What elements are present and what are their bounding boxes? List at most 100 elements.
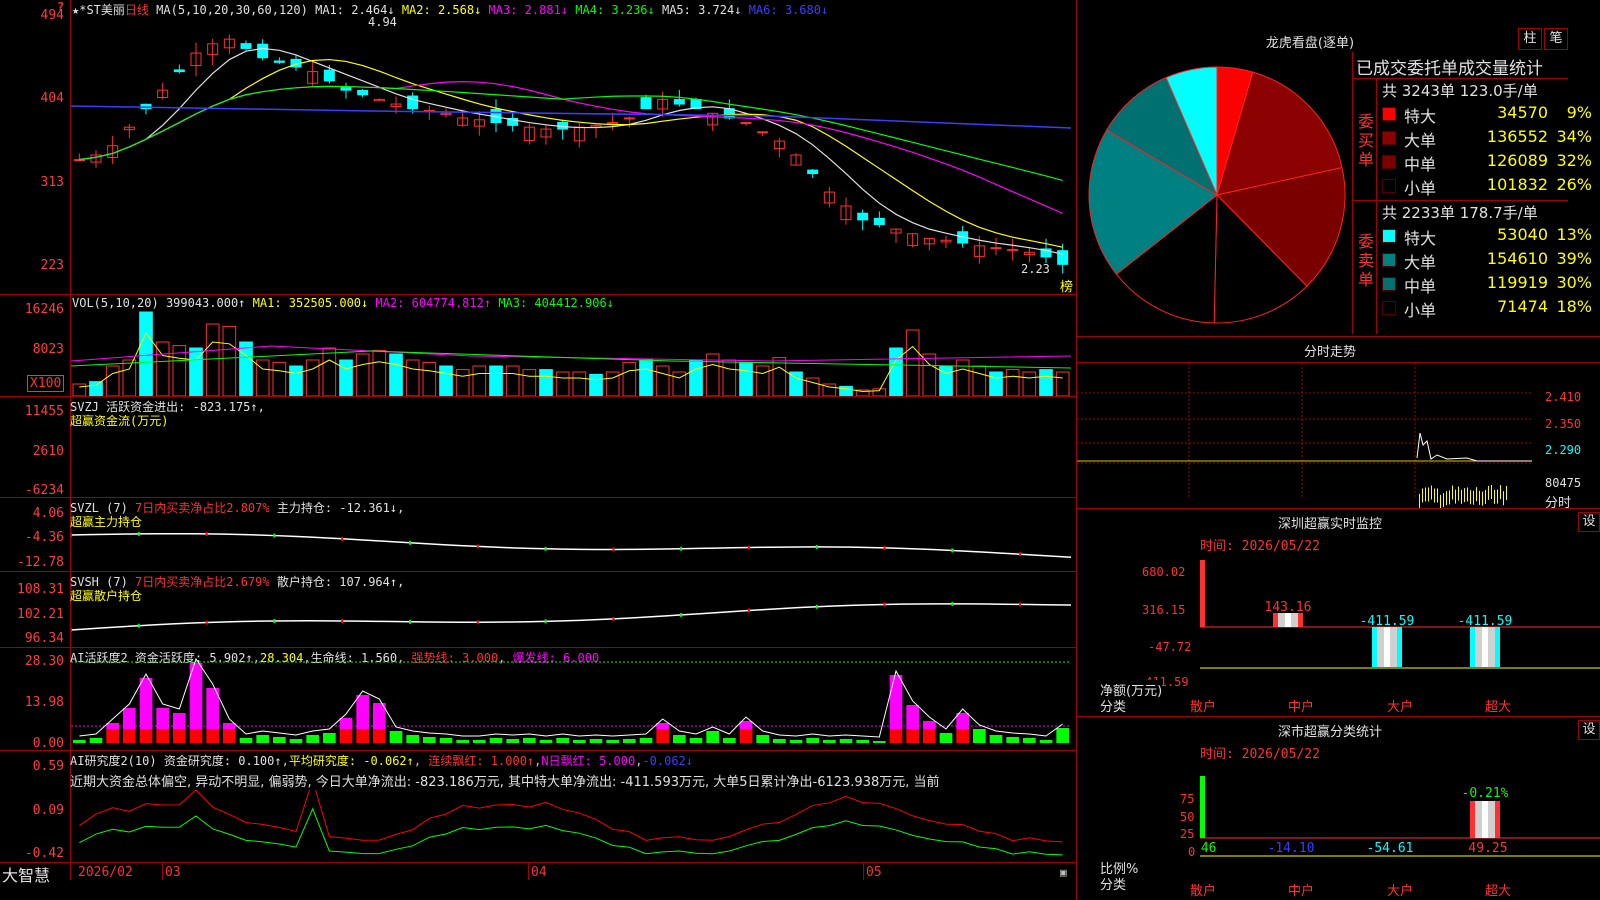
activity-bar (956, 713, 969, 729)
sell-type: 小单 (1404, 301, 1437, 320)
activity-bar (806, 738, 819, 743)
candle-body (173, 69, 185, 73)
bar-view-button[interactable]: 柱 (1518, 28, 1542, 50)
intraday-volume-bar (1464, 488, 1465, 503)
price-y-tick: 223 (40, 258, 64, 273)
intraday-chart[interactable] (1077, 363, 1537, 508)
sz-monitor-chart[interactable]: 680.02 143.16 -411.59 -411.59 (1200, 560, 1600, 695)
flow-bar (276, 463, 283, 478)
activity-bar (139, 729, 153, 743)
flow-bar (926, 457, 933, 463)
tick-mark (883, 602, 886, 607)
volume-bar (139, 311, 153, 396)
net-bar[interactable]: -411.59 (1458, 614, 1513, 667)
flow-bar (493, 463, 499, 465)
intraday-volume-bar (1503, 491, 1504, 506)
volume-bar (405, 359, 420, 396)
sz-monitor-settings-button[interactable]: 设 (1578, 512, 1600, 532)
buy-type: 小单 (1404, 179, 1437, 198)
vol-ma1-line (79, 332, 1063, 393)
sz-monitor-time: 时间: 2026/05/22 (1200, 539, 1320, 554)
category-label: 超大 (1485, 884, 1512, 899)
candle-body (873, 217, 885, 226)
intraday-volume-bar (1446, 491, 1447, 506)
intraday-volume-bar (1455, 489, 1456, 504)
ma5-value: MA5: 3.724↓ (661, 3, 742, 17)
net-bar[interactable]: 680.02 (1200, 560, 1213, 627)
volume-bar (72, 383, 87, 396)
activity-bar (656, 729, 669, 743)
volume-bar (89, 381, 103, 396)
flow-bar (1009, 463, 1016, 468)
stock-name[interactable]: ★*ST美丽 (72, 3, 125, 17)
ma-params: MA(5,10,20,30,60,120) (156, 3, 308, 17)
activity-bar (339, 718, 353, 729)
sell-volume: 71474 (1497, 297, 1548, 316)
ai-research-summary: 近期大资金总体偏空, 异动不明显, 偏弱势, 今日大单净流出: -823.186… (70, 775, 940, 790)
lock-icon[interactable]: ▣ (1060, 866, 1067, 879)
research-bar (674, 822, 685, 832)
candlestick-chart[interactable] (71, 16, 1076, 294)
activity-bar (773, 739, 786, 743)
ai-research-chart[interactable] (71, 790, 1076, 862)
sell-row: 小单 71474 18% (1376, 296, 1596, 320)
retail-ratio-bar[interactable] (1200, 776, 1205, 838)
activity-bar (656, 723, 669, 729)
research-bar (857, 809, 868, 822)
svzj-y-tick: -6234 (24, 483, 64, 498)
net-bar[interactable]: 143.16 (1265, 600, 1312, 627)
research-bar (457, 811, 468, 822)
category-label: 散户 (1190, 884, 1217, 899)
research-bar (174, 811, 185, 822)
intraday-volume-bar (1449, 490, 1450, 505)
activity-bar (889, 729, 903, 743)
bar-value: 143.16 (1265, 600, 1312, 615)
price-y-tick: 494 (40, 8, 64, 23)
volume-chart[interactable] (71, 306, 1076, 396)
sz-class-y-tick: 0 (1188, 845, 1196, 859)
flow-bar (376, 459, 383, 463)
flow-bar (176, 456, 183, 463)
bar-value: 680.02 (1200, 560, 1213, 562)
svzl-chart[interactable] (71, 520, 1076, 570)
activity-bar (906, 729, 919, 743)
tick-view-button[interactable]: 笔 (1544, 28, 1568, 50)
flow-bar (1043, 463, 1049, 468)
candle-body (257, 43, 269, 59)
ai-active-y-tick: 0.00 (32, 736, 64, 751)
buy-volume: 34570 (1497, 103, 1548, 122)
ai-active-y-tick: 13.98 (24, 695, 64, 710)
sz-class-title: 深市超赢分类统计 (1277, 725, 1382, 740)
flow-bar (759, 462, 766, 465)
research-bar (491, 811, 501, 822)
activity-bar (189, 729, 203, 743)
tick-mark (951, 548, 954, 553)
rank-button[interactable]: 榜 (1060, 276, 1073, 295)
super-ratio-bar[interactable] (1470, 801, 1500, 838)
activity-bar (1006, 737, 1019, 743)
sz-monitor-title: 深圳超赢实时监控 (1277, 517, 1382, 532)
activity-bar (706, 731, 719, 743)
net-bar[interactable]: -411.59 (1360, 614, 1415, 667)
activity-bar (589, 739, 603, 743)
order-pie-chart[interactable] (1086, 64, 1348, 326)
ma3-line (79, 81, 1063, 214)
bar-highlight (1482, 627, 1488, 667)
tick-mark (680, 612, 683, 617)
intraday-volume-bar (1461, 489, 1462, 504)
intraday-volume-bar (1431, 485, 1432, 500)
ai-active-chart[interactable] (71, 650, 1076, 750)
sell-percent: 18% (1556, 297, 1592, 316)
svzj-chart[interactable] (71, 400, 1076, 497)
svzl-desc: 7日内买卖净占比2.807% (135, 501, 270, 515)
svsh-chart[interactable] (71, 590, 1076, 646)
sz-class-chart[interactable]: -0.21% 119.46 -14.10 -54.61 49.25 (1200, 776, 1600, 886)
sell-percent: 39% (1556, 249, 1592, 268)
ma6-value: MA6: 3.680↓ (748, 3, 829, 17)
period-label[interactable]: 日线 (125, 3, 149, 17)
flow-bar (426, 463, 433, 465)
volume-bar (639, 359, 653, 396)
flow-bar (859, 463, 866, 465)
sz-class-settings-button[interactable]: 设 (1578, 720, 1600, 740)
activity-bar (839, 739, 853, 743)
